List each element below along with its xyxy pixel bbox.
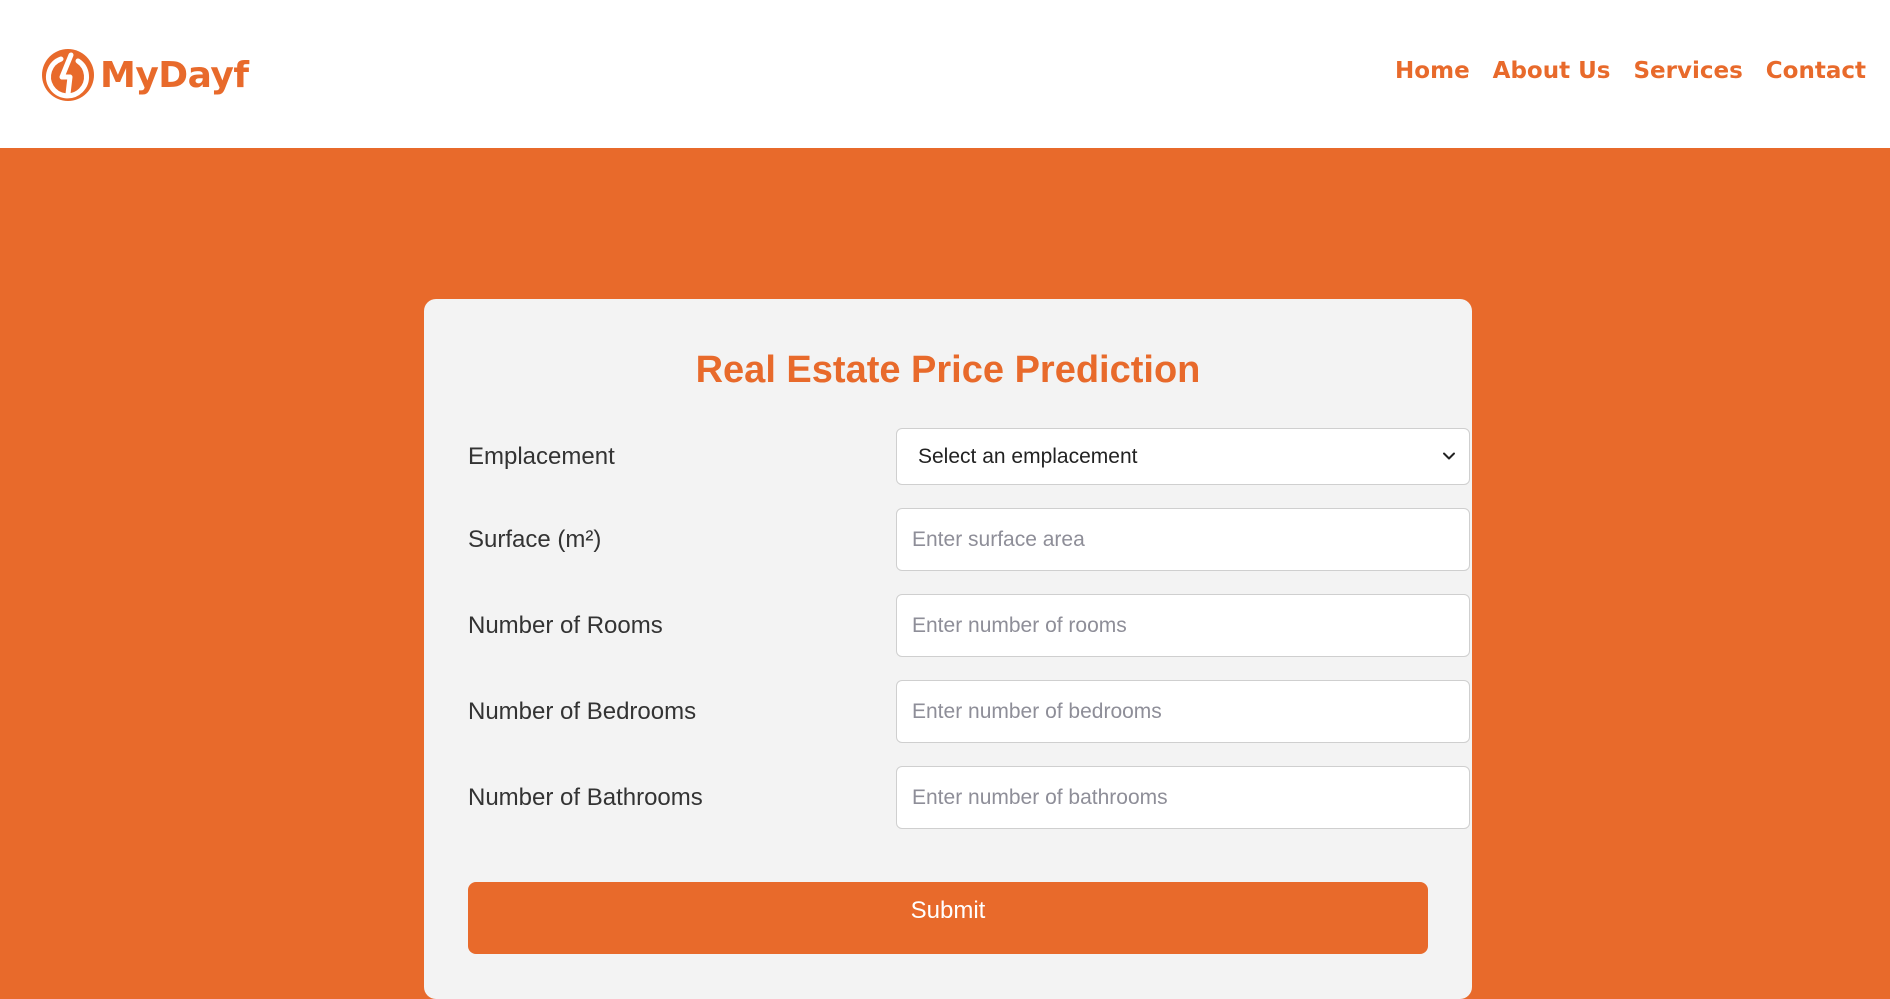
bedrooms-label: Number of Bedrooms [468, 698, 697, 725]
site-header: MyDayf Home About Us Services Contact [0, 0, 1890, 148]
form-title: Real Estate Price Prediction [695, 349, 1201, 391]
surface-row: Surface (m²) [468, 508, 1470, 571]
bathrooms-label: Number of Bathrooms [468, 784, 703, 811]
surface-label: Surface (m²) [468, 526, 602, 553]
nav-link-about-us[interactable]: About Us [1493, 58, 1611, 84]
bedrooms-input[interactable] [896, 680, 1470, 743]
nav-link-services[interactable]: Services [1633, 58, 1742, 84]
rooms-label: Number of Rooms [468, 612, 663, 639]
nav-link-home[interactable]: Home [1395, 58, 1470, 84]
main-nav: Home About Us Services Contact [1395, 58, 1866, 84]
nav-link-contact[interactable]: Contact [1766, 58, 1866, 84]
brand-name: MyDayf [100, 54, 249, 96]
surface-input[interactable] [896, 508, 1470, 571]
emplacement-select[interactable]: Select an emplacement [896, 428, 1470, 485]
submit-button[interactable]: Submit [468, 882, 1428, 954]
emplacement-label: Emplacement [468, 443, 615, 470]
emplacement-selected-value: Select an emplacement [918, 444, 1138, 468]
rooms-input[interactable] [896, 594, 1470, 657]
brand-logo[interactable]: MyDayf [40, 47, 249, 103]
bathrooms-input[interactable] [896, 766, 1470, 829]
power-logo-icon [42, 49, 94, 101]
chevron-down-icon [1443, 452, 1455, 460]
bedrooms-row: Number of Bedrooms [468, 680, 1470, 743]
rooms-row: Number of Rooms [468, 594, 1470, 657]
emplacement-row: Emplacement Select an emplacement [468, 428, 1470, 485]
prediction-form-card: Real Estate Price Prediction Emplacement… [424, 299, 1472, 999]
bathrooms-row: Number of Bathrooms [468, 766, 1470, 829]
